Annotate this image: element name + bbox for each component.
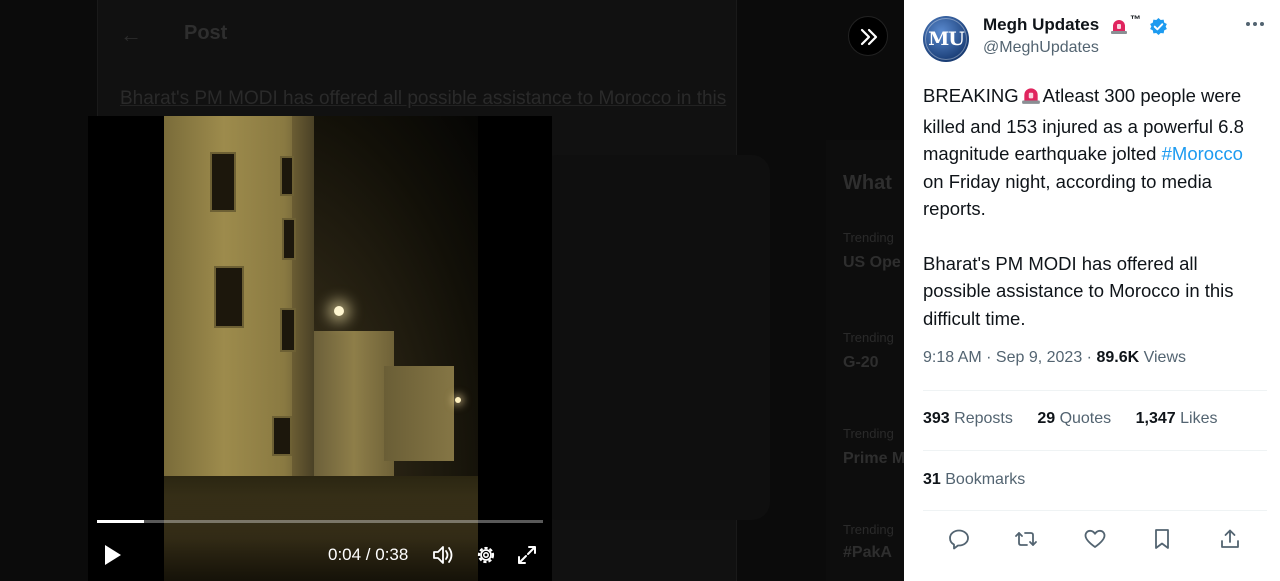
background-trend-item: G-20 xyxy=(843,354,879,371)
quotes-count: 29 xyxy=(1037,410,1056,427)
hashtag-link[interactable]: #Morocco xyxy=(1162,143,1243,164)
video-time: 0:04 / 0:38 xyxy=(328,545,409,564)
tweet-datetime[interactable]: 9:18 AM · Sep 9, 2023 · xyxy=(923,349,1092,366)
reposts-label: Reposts xyxy=(954,410,1013,427)
tweet-stats: 393 Reposts 29 Quotes 1,347 Likes xyxy=(923,410,1237,428)
speaker-icon xyxy=(433,546,453,564)
background-trend-category: Trending xyxy=(843,230,894,245)
tweet-meta: 9:18 AM · Sep 9, 2023 · 89.6K Views xyxy=(923,349,1186,367)
background-trend-item: US Ope xyxy=(843,254,901,271)
video-window xyxy=(280,308,296,352)
tweet-paragraph: BREAKING Atleast 300 people were killed a… xyxy=(923,82,1268,223)
video-building xyxy=(384,366,454,461)
video-controls-gradient xyxy=(88,496,552,581)
views-count: 89.6K xyxy=(1096,349,1140,366)
background-trend-item: #PakA xyxy=(843,544,892,561)
video-window xyxy=(214,266,244,328)
more-options-button[interactable] xyxy=(1244,16,1266,32)
quotes-stat[interactable]: 29 Quotes xyxy=(1037,410,1111,428)
reply-button[interactable] xyxy=(947,527,971,551)
heart-icon xyxy=(1084,529,1106,548)
likes-label: Likes xyxy=(1180,410,1218,427)
reposts-count: 393 xyxy=(923,410,950,427)
video-window xyxy=(282,218,296,260)
tweet-panel: MU Megh Updates ™ @MeghUpdates BREAKING A… xyxy=(904,0,1280,581)
repost-icon xyxy=(1015,532,1037,546)
views-label: Views xyxy=(1143,349,1186,366)
quotes-label: Quotes xyxy=(1059,410,1112,427)
avatar[interactable]: MU xyxy=(923,16,969,62)
background-trend-category: Trending xyxy=(843,522,894,537)
siren-icon xyxy=(1021,85,1041,113)
video-progress-fill xyxy=(97,520,145,523)
video-window xyxy=(272,416,292,456)
repost-button[interactable] xyxy=(1014,527,1038,551)
background-page-title: Post xyxy=(184,22,228,44)
trademark-symbol: ™ xyxy=(1130,14,1141,26)
verified-badge-icon xyxy=(1150,17,1167,36)
share-icon xyxy=(1221,529,1239,548)
bookmarks-label: Bookmarks xyxy=(945,471,1026,488)
bookmark-button[interactable] xyxy=(1150,527,1174,551)
video-building xyxy=(314,331,394,481)
bookmarks-stat[interactable]: 31 Bookmarks xyxy=(923,471,1025,489)
background-back-arrow-icon: ← xyxy=(120,22,142,47)
background-post-text: Bharat's PM MODI has offered all possibl… xyxy=(120,88,727,109)
play-button[interactable] xyxy=(102,542,124,568)
bookmarks-count: 31 xyxy=(923,471,941,488)
expand-panel-button[interactable] xyxy=(848,16,888,56)
likes-count: 1,347 xyxy=(1135,410,1176,427)
author-handle[interactable]: @MeghUpdates xyxy=(983,39,1099,57)
background-trend-category: Trending xyxy=(843,426,894,441)
author-name[interactable]: Megh Updates xyxy=(983,15,1099,35)
fullscreen-icon xyxy=(518,546,536,564)
video-window xyxy=(280,156,294,196)
more-dots-icon xyxy=(1246,22,1264,26)
video-progress-bar[interactable] xyxy=(97,520,543,523)
breaking-label: BREAKING xyxy=(923,85,1019,106)
like-button[interactable] xyxy=(1083,527,1107,551)
reposts-stat[interactable]: 393 Reposts xyxy=(923,410,1013,428)
fullscreen-button[interactable] xyxy=(516,544,538,566)
volume-button[interactable] xyxy=(432,544,456,566)
tweet-text-segment: on Friday night, according to media repo… xyxy=(923,170,1212,220)
likes-stat[interactable]: 1,347 Likes xyxy=(1136,410,1218,428)
background-trend-category: Trending xyxy=(843,330,894,345)
video-window xyxy=(210,152,236,212)
avatar-initials: MU xyxy=(928,28,965,50)
divider xyxy=(923,450,1267,451)
share-button[interactable] xyxy=(1218,527,1242,551)
divider xyxy=(923,390,1267,391)
background-trend-item: Prime M xyxy=(843,450,904,467)
video-street-lamp xyxy=(455,397,461,403)
divider xyxy=(923,510,1267,511)
reply-icon xyxy=(949,529,969,550)
video-street-lamp xyxy=(334,306,344,316)
siren-icon xyxy=(1111,20,1127,34)
tweet-paragraph: Bharat's PM MODI has offered all possibl… xyxy=(923,252,1234,329)
play-icon xyxy=(105,545,121,565)
background-trends-heading: What xyxy=(843,172,892,194)
tweet-text: BREAKING Atleast 300 people were killed a… xyxy=(923,82,1268,359)
bookmark-icon xyxy=(1155,529,1169,549)
settings-button[interactable] xyxy=(475,544,497,566)
double-chevron-right-icon xyxy=(860,28,878,46)
video-player[interactable]: 0:04 / 0:38 xyxy=(88,116,552,581)
background-media-card xyxy=(540,155,770,520)
gear-icon xyxy=(477,546,495,564)
